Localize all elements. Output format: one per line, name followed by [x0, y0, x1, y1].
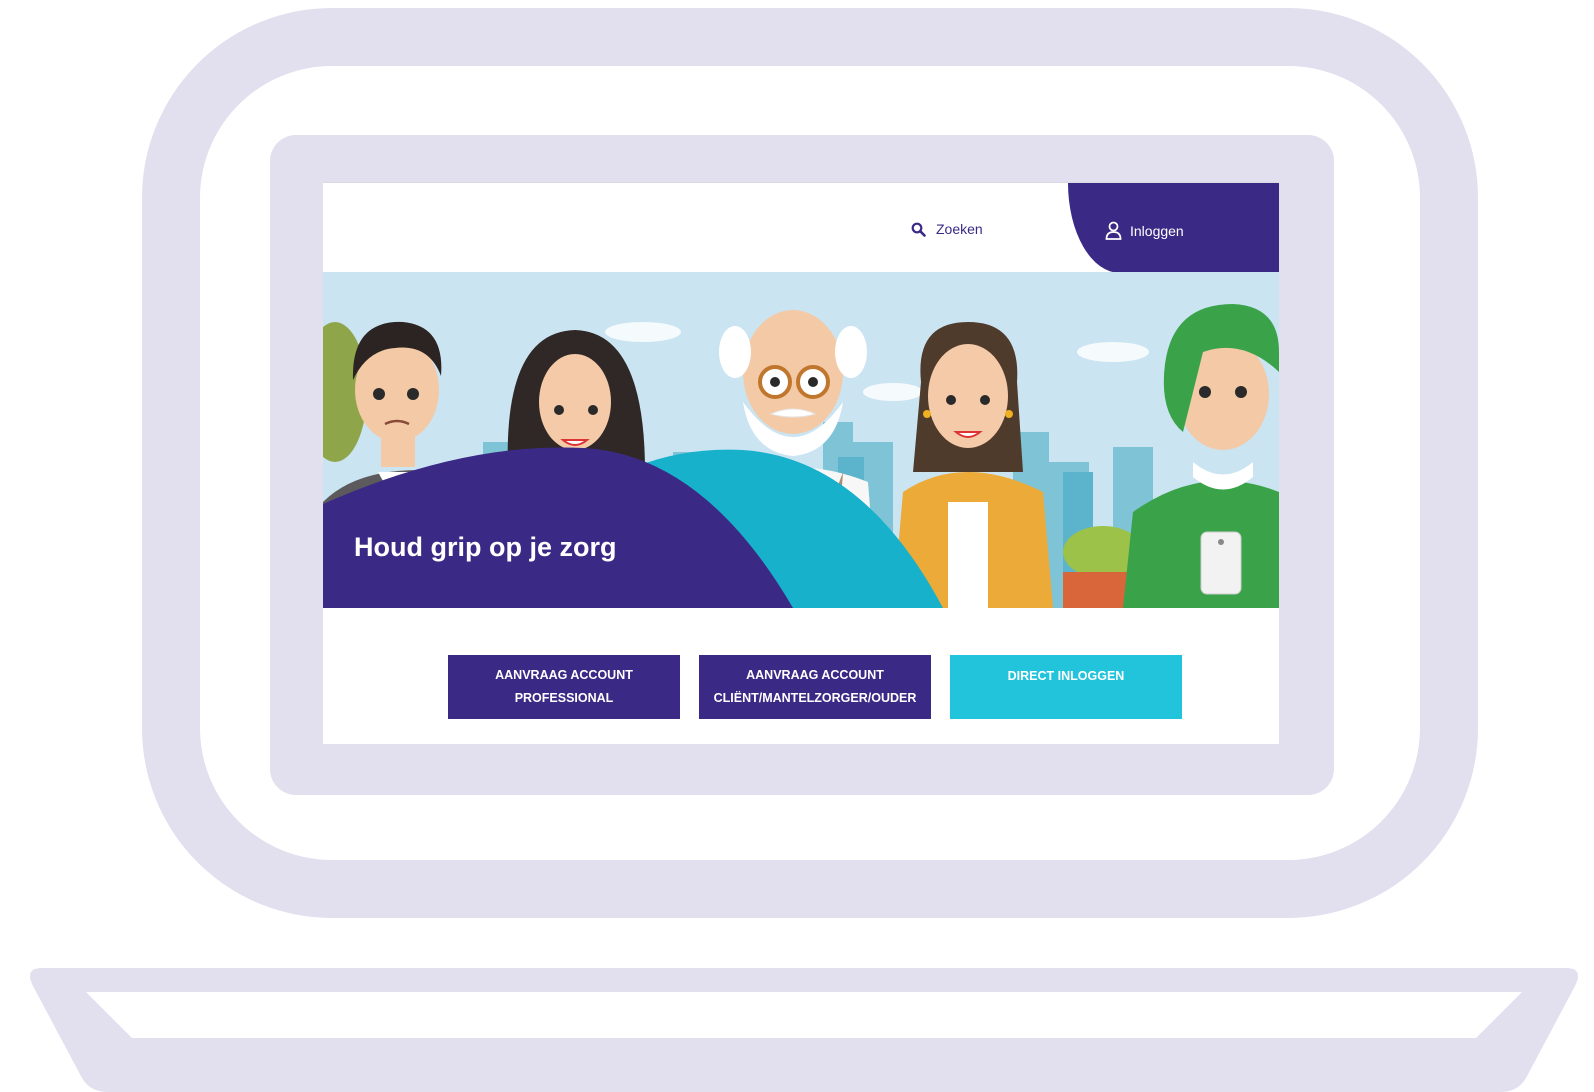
request-account-client-label: AANVRAAG ACCOUNT CLIËNT/MANTELZORGER/OUD… — [713, 668, 917, 705]
direct-login-label: DIRECT INLOGGEN — [1007, 669, 1125, 683]
direct-login-button[interactable]: DIRECT INLOGGEN — [950, 655, 1182, 719]
request-account-professional-button[interactable]: AANVRAAG ACCOUNT PROFESSIONAL — [448, 655, 680, 719]
login-link[interactable]: Inloggen — [1105, 221, 1184, 240]
website-screen: Zoeken Inloggen Houd grip op je zorg AAN… — [323, 182, 1279, 744]
hero-banner: Houd grip op je zorg — [323, 272, 1279, 608]
search-link[interactable]: Zoeken — [911, 221, 983, 237]
login-tab: Inloggen — [1068, 183, 1279, 273]
laptop-base — [30, 968, 1578, 1092]
site-header: Zoeken Inloggen — [323, 182, 1279, 273]
search-label: Zoeken — [936, 221, 983, 237]
search-icon — [911, 222, 926, 237]
account-actions: AANVRAAG ACCOUNT PROFESSIONAL AANVRAAG A… — [323, 608, 1279, 744]
login-label: Inloggen — [1130, 222, 1184, 239]
hero-title: Houd grip op je zorg — [354, 532, 617, 562]
user-icon — [1105, 221, 1122, 240]
request-account-professional-label: AANVRAAG ACCOUNT PROFESSIONAL — [495, 668, 633, 705]
request-account-client-button[interactable]: AANVRAAG ACCOUNT CLIËNT/MANTELZORGER/OUD… — [699, 655, 931, 719]
